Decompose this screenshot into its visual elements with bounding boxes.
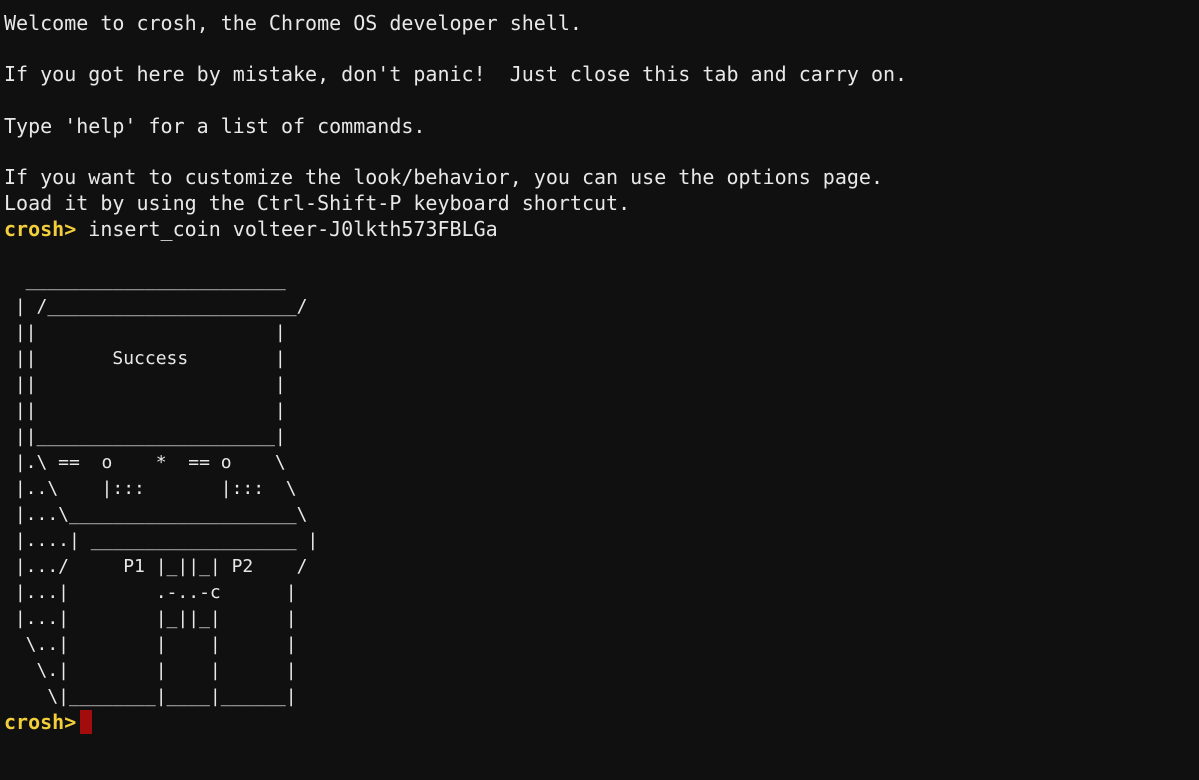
art-line: |..\ |::: |::: \ [4, 478, 297, 500]
art-line: |...| .-..-c | [4, 582, 297, 604]
art-line: ________________________ [4, 270, 286, 292]
terminal-window[interactable]: Welcome to crosh, the Chrome OS develope… [0, 0, 1199, 780]
intro-line [4, 88, 1199, 114]
art-line: \..| | | | [4, 634, 297, 656]
art-line: ||______________________| [4, 426, 286, 448]
intro-line: Welcome to crosh, the Chrome OS develope… [4, 11, 582, 35]
art-line: || Success | [4, 348, 286, 370]
intro-line: Load it by using the Ctrl-Shift-P keyboa… [4, 190, 631, 215]
art-line: \|________|____|______| [4, 686, 297, 708]
command-line: crosh> insert_coin volteer-J0lkth573FBLG… [4, 217, 1199, 243]
art-line: \.| | | | [4, 660, 297, 682]
command-text: insert_coin volteer-J0lkth573FBLGa [88, 216, 498, 241]
intro-line: If you got here by mistake, don't panic!… [4, 62, 908, 87]
intro-text: Welcome to crosh, the Chrome OS develope… [4, 11, 1199, 217]
art-line: || | [4, 400, 286, 422]
final-prompt-label: crosh> [4, 710, 77, 735]
arcade-ascii-art: ________________________ | /____________… [4, 268, 1199, 710]
art-line: |....| ___________________ | [4, 530, 319, 552]
art-line: |.../ P1 |_||_| P2 / [4, 556, 308, 578]
art-line: || | [4, 322, 286, 344]
prompt-label: crosh> [4, 216, 77, 241]
art-line: |.\ == o * == o \ [4, 452, 286, 474]
input-line[interactable]: crosh> [4, 710, 1199, 736]
art-line: | /_______________________/ [4, 296, 308, 318]
intro-line: Type 'help' for a list of commands. [4, 113, 426, 138]
art-line: |...\_____________________\ [4, 504, 308, 526]
intro-line [4, 37, 1199, 63]
art-line: |...| |_||_| | [4, 608, 297, 630]
cursor-block[interactable] [80, 710, 93, 735]
intro-line: If you want to customize the look/behavi… [4, 165, 883, 190]
intro-line [4, 139, 1199, 165]
art-line: || | [4, 374, 286, 396]
